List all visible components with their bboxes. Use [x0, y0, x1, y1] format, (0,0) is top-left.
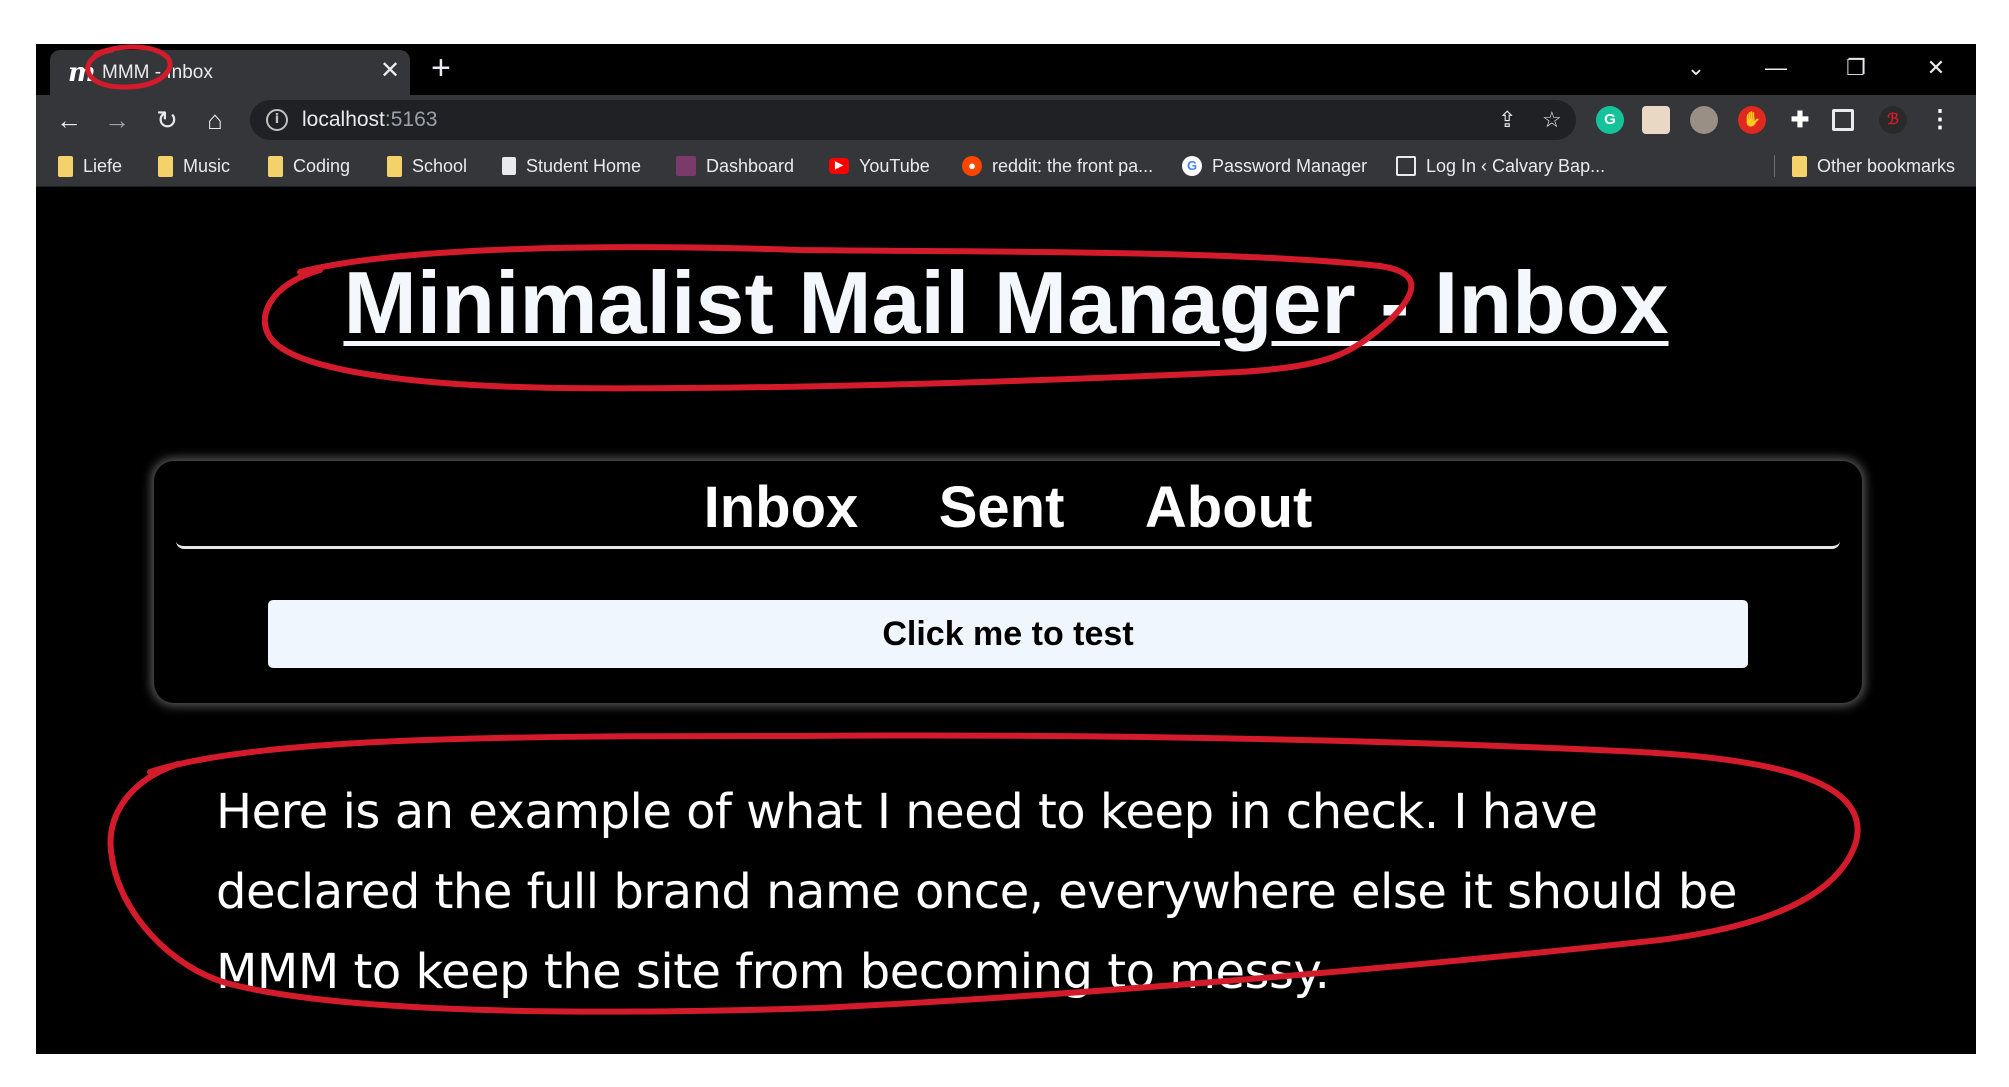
browser-toolbar: ← → ↻ ⌂ i localhost:5163 ⇪ ☆ G ✋ ✚ ℬ ⋮ — [36, 95, 1976, 145]
bookmark-label: Dashboard — [706, 155, 795, 176]
tab-close-icon[interactable]: ✕ — [380, 56, 400, 86]
bookmark-label: Student Home — [526, 155, 642, 176]
url-port: :5163 — [384, 108, 438, 131]
restore-icon[interactable]: ❐ — [1826, 50, 1886, 86]
ublock-icon[interactable]: ✋ — [1738, 106, 1766, 134]
site-icon — [1396, 156, 1416, 176]
bookmarks-bar: Liefe Music Coding School Student Home D… — [36, 145, 1976, 187]
main-nav: Inbox Sent About — [176, 475, 1840, 549]
folder-icon — [158, 155, 173, 177]
bookmark-label: Coding — [293, 155, 351, 176]
avatar-icon[interactable]: ℬ — [1879, 106, 1907, 134]
bookmark-label: School — [412, 155, 468, 176]
bookmark-reddit[interactable]: ● reddit: the front pa... — [962, 154, 1153, 178]
minimize-icon[interactable]: — — [1746, 50, 1806, 86]
annotation-note: Here is an example of what I need to kee… — [216, 784, 1737, 1000]
mmm-favicon-icon: m — [68, 58, 96, 88]
bookmark-calvary[interactable]: Log In ‹ Calvary Bap... — [1396, 154, 1605, 178]
grammarly-icon[interactable]: G — [1596, 106, 1624, 134]
side-panel-icon[interactable] — [1832, 109, 1854, 131]
bookmark-label: Password Manager — [1212, 155, 1368, 176]
bookmark-label: reddit: the front pa... — [992, 155, 1154, 176]
bookmark-liefe[interactable]: Liefe — [58, 154, 122, 178]
bookmark-coding[interactable]: Coding — [268, 154, 350, 178]
reload-icon[interactable]: ↻ — [150, 104, 184, 136]
page-icon — [502, 157, 516, 175]
nav-card: Inbox Sent About Click me to test — [154, 461, 1862, 703]
profile-extension-icon[interactable] — [1642, 106, 1670, 134]
bookmark-label: YouTube — [859, 155, 930, 176]
folder-icon — [268, 155, 283, 177]
bookmark-dashboard[interactable]: Dashboard — [676, 154, 794, 178]
browser-tab[interactable]: m MMM - Inbox ✕ — [50, 50, 410, 95]
reddit-icon: ● — [962, 156, 982, 176]
bookmark-label: Music — [183, 155, 231, 176]
chevron-down-icon[interactable]: ⌄ — [1666, 50, 1726, 86]
page-title: Minimalist Mail Manager - Inbox — [343, 253, 1669, 352]
home-icon[interactable]: ⌂ — [198, 104, 232, 136]
back-icon[interactable]: ← — [52, 104, 86, 136]
url-text: localhost:5163 — [302, 108, 437, 132]
star-icon[interactable]: ☆ — [1542, 106, 1562, 134]
bookmark-password-manager[interactable]: G Password Manager — [1182, 154, 1367, 178]
browser-window: m MMM - Inbox ✕ + ⌄ — ❐ ✕ ← → ↻ ⌂ i loca… — [36, 44, 1976, 1054]
address-bar[interactable]: i localhost:5163 ⇪ ☆ — [250, 100, 1576, 140]
bookmark-music[interactable]: Music — [158, 154, 230, 178]
tab-title: MMM - Inbox — [102, 62, 213, 83]
bookmark-label: Liefe — [83, 155, 123, 176]
bookmark-youtube[interactable]: ▶ YouTube — [829, 154, 930, 178]
nav-link-about[interactable]: About — [1145, 475, 1313, 541]
puzzle-icon[interactable]: ✚ — [1786, 106, 1814, 134]
forward-icon[interactable]: → — [100, 104, 134, 136]
mask-extension-icon[interactable] — [1690, 106, 1718, 134]
close-icon[interactable]: ✕ — [1906, 50, 1966, 86]
bookmark-student-home[interactable]: Student Home — [502, 154, 641, 178]
folder-icon — [58, 155, 73, 177]
dashboard-icon — [676, 156, 696, 176]
bookmark-other[interactable]: Other bookmarks — [1792, 154, 1955, 178]
bookmarks-divider — [1774, 155, 1775, 177]
bookmark-school[interactable]: School — [387, 154, 467, 178]
folder-icon — [387, 155, 402, 177]
new-tab-button[interactable]: + — [431, 48, 451, 88]
share-icon[interactable]: ⇪ — [1498, 106, 1516, 134]
nav-link-sent[interactable]: Sent — [939, 475, 1065, 541]
test-button[interactable]: Click me to test — [268, 600, 1748, 668]
google-icon: G — [1182, 156, 1202, 176]
page-content: Minimalist Mail Manager - Inbox Inbox Se… — [36, 187, 1976, 1054]
url-host: localhost — [302, 108, 385, 131]
bookmark-label: Log In ‹ Calvary Bap... — [1426, 155, 1606, 176]
folder-icon — [1792, 155, 1807, 177]
nav-link-inbox[interactable]: Inbox — [704, 475, 859, 541]
info-icon[interactable]: i — [266, 109, 288, 131]
menu-icon[interactable]: ⋮ — [1926, 106, 1954, 134]
youtube-icon: ▶ — [829, 158, 849, 174]
tab-strip: m MMM - Inbox ✕ + ⌄ — ❐ ✕ — [36, 44, 1976, 95]
bookmark-label: Other bookmarks — [1817, 155, 1956, 176]
